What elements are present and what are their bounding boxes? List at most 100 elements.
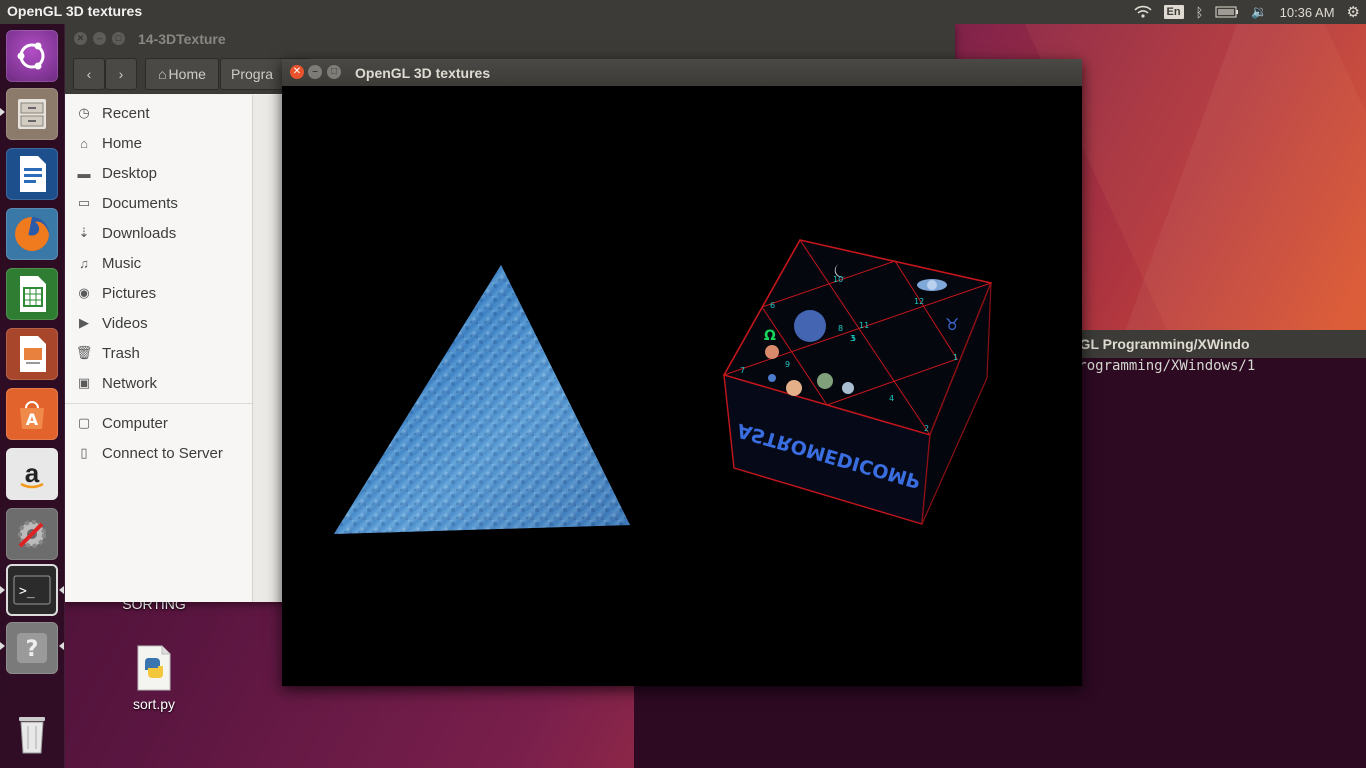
sidebar-item-computer[interactable]: ▢ Computer: [65, 409, 252, 437]
video-icon: ▶: [79, 315, 89, 330]
sidebar-item-label: Downloads: [102, 224, 177, 242]
active-window-title: OpenGL 3D textures: [7, 3, 143, 19]
path-home-label: Home: [168, 66, 206, 82]
network-icon: ▣: [77, 375, 91, 390]
sidebar-item-label: Connect to Server: [102, 444, 223, 462]
sidebar-item-downloads[interactable]: ⇣ Downloads: [65, 219, 252, 247]
file-manager-titlebar[interactable]: ✕ – □ 14-3DTexture: [65, 24, 955, 54]
bluetooth-icon: ᛒ: [1195, 4, 1204, 20]
cube-number: 4: [889, 394, 894, 403]
sidebar: ◷ Recent ⌂ Home ▬ Desktop ▭ Documents ⇣ Downl…: [65, 95, 253, 602]
trash-button[interactable]: [6, 708, 58, 760]
svg-text:A: A: [26, 410, 39, 429]
running-indicator: [0, 586, 5, 594]
svg-text:?: ?: [26, 637, 39, 662]
server-icon: ▯: [80, 445, 88, 460]
chevron-right-icon: ›: [118, 66, 124, 82]
svg-text:Ω: Ω: [764, 328, 776, 344]
path-segment-label: Progra: [231, 66, 274, 82]
python-file-icon: [137, 645, 171, 691]
home-icon: ⌂: [80, 135, 88, 151]
opengl-titlebar[interactable]: ✕ – □ OpenGL 3D textures: [282, 59, 1082, 86]
sidebar-item-connect-to-server[interactable]: ▯ Connect to Server: [65, 439, 252, 467]
trash-icon: 🗑: [75, 345, 93, 360]
sidebar-item-trash[interactable]: 🗑 Trash: [65, 339, 252, 367]
desktop-item-sort-py[interactable]: sort.py: [104, 644, 204, 712]
close-button[interactable]: ✕: [74, 32, 87, 45]
bluetooth-indicator[interactable]: ᛒ: [1190, 0, 1210, 24]
presentation-icon: [20, 336, 46, 372]
sidebar-item-desktop[interactable]: ▬ Desktop: [65, 159, 252, 187]
volume-icon: 🔉: [1251, 4, 1268, 19]
path-home-button[interactable]: ⌂ Home: [145, 58, 219, 90]
computer-icon: ▢: [77, 415, 91, 430]
settings-button[interactable]: [6, 508, 58, 560]
opengl-canvas[interactable]: Ω ♉ ASTROMEDICOMP 10 12 11 8 3 1 4 9 5 2 6 7: [282, 86, 1082, 686]
running-indicator: [0, 108, 5, 116]
session-menu[interactable]: ⚙: [1341, 0, 1366, 24]
forward-button[interactable]: ›: [105, 58, 137, 90]
focus-indicator: [59, 586, 64, 594]
clock-time: 10:36 AM: [1279, 4, 1335, 20]
top-panel: OpenGL 3D textures En ᛒ 🔉 10:36 AM ⚙: [0, 0, 1366, 24]
opengl-window[interactable]: ✕ – □ OpenGL 3D textures Ω ♉ ASTROMEDICO…: [282, 59, 1082, 686]
home-icon: ⌂: [158, 66, 167, 82]
trash-icon: [19, 717, 45, 754]
back-button[interactable]: ‹: [73, 58, 105, 90]
ubuntu-logo-icon: [17, 42, 45, 70]
cube-number: 7: [740, 366, 745, 375]
sidebar-item-music[interactable]: ♫ Music: [65, 249, 252, 277]
sidebar-divider: [65, 403, 252, 404]
battery-indicator[interactable]: [1209, 0, 1245, 24]
battery-icon: [1215, 6, 1239, 18]
volume-indicator[interactable]: 🔉: [1245, 0, 1273, 24]
sidebar-item-documents[interactable]: ▭ Documents: [65, 189, 252, 217]
keyboard-layout-indicator[interactable]: En: [1158, 0, 1190, 24]
sidebar-item-label: Pictures: [102, 284, 157, 302]
sidebar-item-label: Music: [102, 254, 142, 272]
impress-button[interactable]: [6, 328, 58, 380]
cube-number: 9: [785, 360, 790, 369]
help-button[interactable]: ?: [6, 622, 58, 674]
chevron-left-icon: ‹: [86, 66, 92, 82]
download-icon: ⇣: [78, 225, 90, 240]
spreadsheet-icon: [20, 276, 46, 312]
cube-number: 1: [953, 353, 958, 362]
sidebar-item-videos[interactable]: ▶ Videos: [65, 309, 252, 337]
sidebar-item-label: Trash: [102, 344, 140, 362]
camera-icon: ◉: [78, 285, 90, 300]
cube-number: 2: [924, 424, 929, 433]
files-button[interactable]: [6, 88, 58, 140]
sidebar-item-label: Home: [102, 134, 143, 152]
writer-button[interactable]: [6, 148, 58, 200]
wifi-indicator[interactable]: [1128, 0, 1158, 24]
document-icon: ▭: [77, 195, 91, 210]
opengl-window-title: OpenGL 3D textures: [355, 65, 491, 81]
running-indicator: [0, 642, 5, 650]
folder-icon: ▬: [77, 165, 91, 181]
sidebar-item-pictures[interactable]: ◉ Pictures: [65, 279, 252, 307]
software-button[interactable]: A: [6, 388, 58, 440]
launcher: A a >_ ?: [0, 24, 65, 768]
sidebar-item-recent[interactable]: ◷ Recent: [65, 99, 252, 127]
calc-button[interactable]: [6, 268, 58, 320]
close-button[interactable]: ✕: [290, 65, 304, 79]
cube-number: 8: [838, 324, 843, 333]
minimize-button[interactable]: –: [93, 32, 106, 45]
cube-number: 6: [770, 301, 775, 310]
minimize-button[interactable]: –: [308, 65, 322, 79]
maximize-button[interactable]: □: [112, 32, 125, 45]
sidebar-item-label: Recent: [102, 104, 150, 122]
sidebar-item-home[interactable]: ⌂ Home: [65, 129, 252, 157]
sidebar-item-network[interactable]: ▣ Network: [65, 369, 252, 397]
firefox-button[interactable]: [6, 208, 58, 260]
keyboard-layout-label: En: [1163, 5, 1184, 19]
clock-icon: ◷: [78, 105, 90, 120]
amazon-button[interactable]: a: [6, 448, 58, 500]
maximize-button[interactable]: □: [327, 65, 341, 79]
desktop-item-sort-py-label: sort.py: [132, 696, 175, 712]
clock[interactable]: 10:36 AM: [1274, 0, 1341, 24]
terminal-button[interactable]: >_: [6, 564, 58, 616]
shopping-bag-icon: A: [20, 401, 44, 429]
ubuntu-dash-button[interactable]: [6, 30, 58, 82]
